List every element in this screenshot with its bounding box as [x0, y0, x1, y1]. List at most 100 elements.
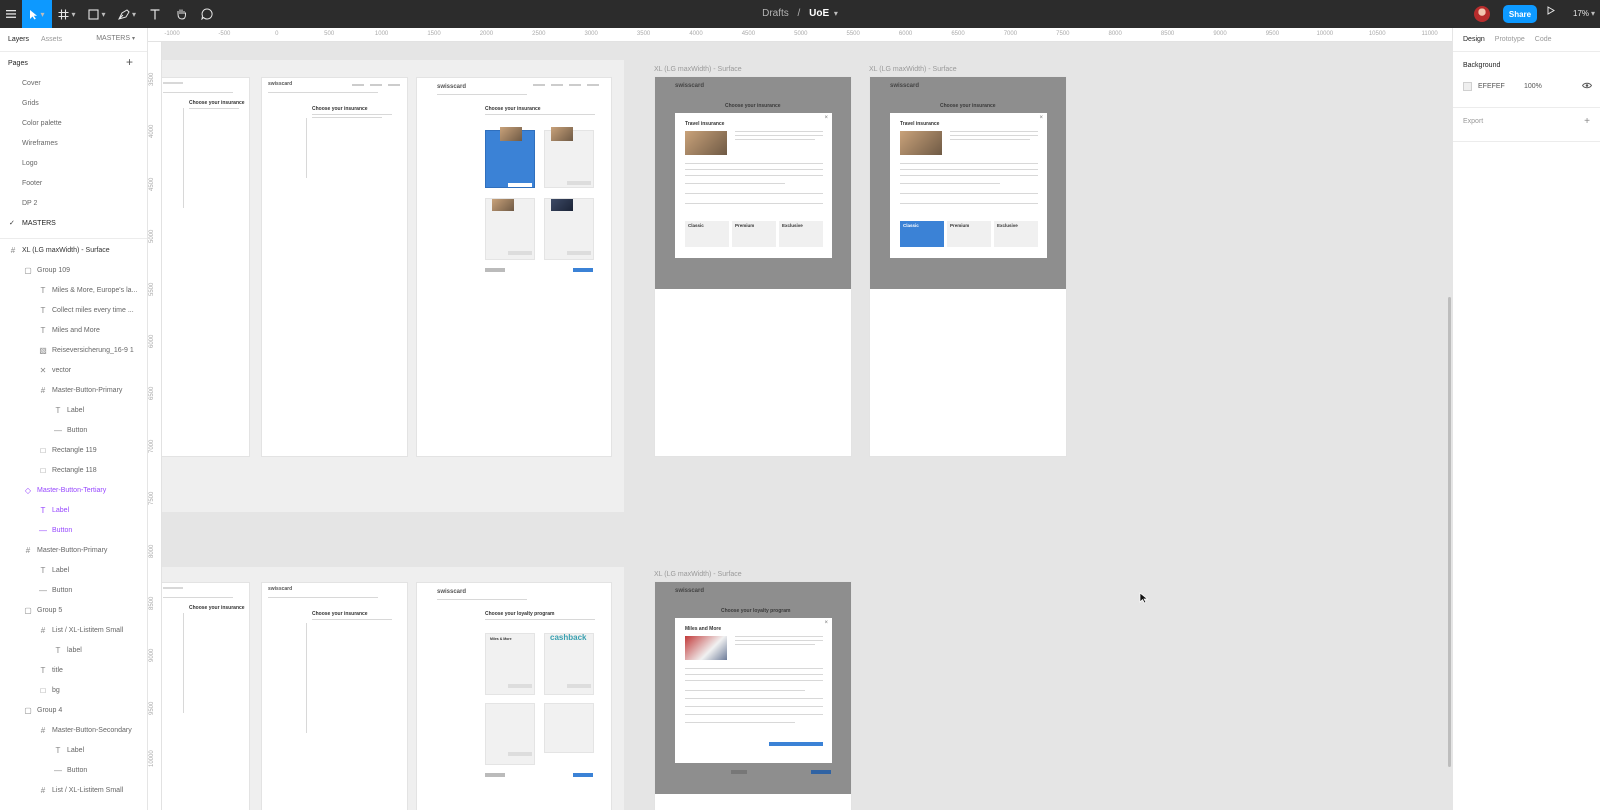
- page-item[interactable]: Grids: [0, 94, 147, 114]
- layer-item[interactable]: # Master-Button-Primary: [0, 541, 147, 561]
- layer-item[interactable]: T Miles & More, Europe's la...: [0, 281, 147, 301]
- page-item[interactable]: DP 2: [0, 194, 147, 214]
- tier-card[interactable]: Premium: [732, 221, 776, 247]
- card-button[interactable]: [567, 684, 591, 688]
- project-name[interactable]: Drafts: [762, 8, 789, 19]
- frame-miles-modal[interactable]: swisscard Choose your loyalty program Mi…: [654, 581, 852, 810]
- layer-item[interactable]: # Master-Button-Primary: [0, 381, 147, 401]
- close-icon[interactable]: ×: [824, 620, 828, 626]
- page-select[interactable]: MASTERS ▾: [96, 35, 135, 42]
- next-button[interactable]: [811, 770, 831, 774]
- move-tool-button[interactable]: ▾: [22, 0, 52, 28]
- add-page-icon[interactable]: +: [126, 55, 133, 69]
- background-opacity[interactable]: 100%: [1524, 83, 1542, 90]
- page-item[interactable]: Logo: [0, 154, 147, 174]
- tier-card[interactable]: Classic: [685, 221, 729, 247]
- layer-item[interactable]: — Button: [0, 421, 147, 441]
- card-button[interactable]: [508, 183, 532, 187]
- layer-item[interactable]: T Label: [0, 561, 147, 581]
- chevron-down-icon[interactable]: ▾: [834, 9, 838, 18]
- layer-item[interactable]: ▢ Group 109: [0, 261, 147, 281]
- background-fill-row[interactable]: EFEFEF 100%: [1453, 76, 1600, 96]
- insurance-card-selected[interactable]: [485, 127, 535, 188]
- eye-icon[interactable]: [1581, 82, 1593, 91]
- next-button[interactable]: [573, 773, 593, 777]
- layer-item[interactable]: — Button: [0, 761, 147, 781]
- page-item[interactable]: Color palette: [0, 114, 147, 134]
- loyalty-card[interactable]: [544, 703, 594, 753]
- layer-item[interactable]: ✕ vector: [0, 361, 147, 381]
- avatar[interactable]: [1474, 6, 1490, 22]
- page-item[interactable]: Cover: [0, 74, 147, 94]
- insurance-card[interactable]: [544, 198, 594, 260]
- color-swatch[interactable]: [1463, 81, 1472, 91]
- background-hex[interactable]: EFEFEF: [1478, 83, 1524, 90]
- card-button[interactable]: [567, 181, 591, 185]
- back-button[interactable]: [731, 770, 747, 774]
- layer-item[interactable]: Ttitle: [0, 661, 147, 681]
- layer-item[interactable]: ▢ Group 5: [0, 601, 147, 621]
- loyalty-card-miles[interactable]: Miles & More: [485, 633, 535, 695]
- layer-item[interactable]: Tlabel: [0, 641, 147, 661]
- tier-card-selected[interactable]: Classic: [900, 221, 944, 247]
- frame-title[interactable]: XL (LG maxWidth) - Surface: [869, 66, 957, 73]
- tier-card[interactable]: Premium: [947, 221, 991, 247]
- frame-loyalty-empty[interactable]: swisscard Choose your insurance: [261, 582, 408, 810]
- add-export-icon[interactable]: +: [1584, 116, 1590, 127]
- hand-tool-button[interactable]: [168, 0, 194, 28]
- pen-tool-button[interactable]: ▾: [112, 0, 142, 28]
- layer-item[interactable]: # List / XL-Listitem Small: [0, 781, 147, 801]
- back-button[interactable]: [485, 773, 505, 777]
- tab-design[interactable]: Design: [1463, 36, 1485, 43]
- loyalty-card-cashback[interactable]: cashback: [544, 633, 594, 695]
- main-menu-button[interactable]: [0, 0, 22, 28]
- tier-card[interactable]: Exclusive: [779, 221, 823, 247]
- page-item[interactable]: Footer: [0, 174, 147, 194]
- canvas-scrollbar[interactable]: [1448, 297, 1451, 767]
- modal-cta-button[interactable]: [769, 742, 823, 746]
- layer-item[interactable]: T Miles and More: [0, 321, 147, 341]
- close-icon[interactable]: ×: [824, 115, 828, 121]
- layer-item[interactable]: T Collect miles every time ...: [0, 301, 147, 321]
- back-button[interactable]: [485, 268, 505, 272]
- file-name[interactable]: UoE: [809, 8, 829, 19]
- card-button[interactable]: [508, 684, 532, 688]
- frame-loyalty-cards[interactable]: swisscard Choose your loyalty program Mi…: [416, 582, 612, 810]
- tab-layers[interactable]: Layers: [8, 36, 29, 43]
- card-button[interactable]: [508, 251, 532, 255]
- frame-insurance-cards[interactable]: swisscard Choose your insurance: [416, 77, 612, 457]
- page-item[interactable]: Wireframes: [0, 134, 147, 154]
- zoom-menu[interactable]: 17% ▾: [1573, 0, 1595, 28]
- page-item[interactable]: ✓ MASTERS: [0, 214, 147, 234]
- card-button[interactable]: [567, 251, 591, 255]
- frame-insurance-partial[interactable]: Choose your insurance: [162, 77, 250, 457]
- layer-item[interactable]: □ bg: [0, 681, 147, 701]
- text-tool-button[interactable]: [142, 0, 168, 28]
- frame-travel-insurance-modal[interactable]: swisscard Choose your insurance Travel i…: [654, 76, 852, 457]
- frame-insurance-empty[interactable]: swisscard Choose your insurance: [261, 77, 408, 457]
- layer-item[interactable]: # List / XL-Listitem Small: [0, 621, 147, 641]
- present-button[interactable]: [1547, 6, 1555, 18]
- layer-item[interactable]: — Button: [0, 521, 147, 541]
- close-icon[interactable]: ×: [1039, 115, 1043, 121]
- layer-item[interactable]: □ Rectangle 118: [0, 461, 147, 481]
- layer-item[interactable]: # XL (LG maxWidth) - Surface: [0, 241, 147, 261]
- layer-item[interactable]: T Label: [0, 401, 147, 421]
- layer-item[interactable]: # Master-Button-Secondary: [0, 721, 147, 741]
- frame-loyalty-partial[interactable]: Choose your insurance: [162, 582, 250, 810]
- next-button[interactable]: [573, 268, 593, 272]
- tier-card[interactable]: Exclusive: [994, 221, 1038, 247]
- tab-assets[interactable]: Assets: [41, 36, 62, 43]
- comment-tool-button[interactable]: [194, 0, 220, 28]
- layer-item[interactable]: ◇ Master-Button-Tertiary: [0, 481, 147, 501]
- tab-code[interactable]: Code: [1535, 36, 1552, 43]
- share-button[interactable]: Share: [1503, 5, 1537, 23]
- layer-item[interactable]: T Label: [0, 501, 147, 521]
- canvas[interactable]: Choose your insurance swisscard Choose y…: [162, 42, 1452, 810]
- insurance-card[interactable]: [485, 198, 535, 260]
- loyalty-card[interactable]: [485, 703, 535, 765]
- frame-tool-button[interactable]: ▾: [52, 0, 82, 28]
- frame-title[interactable]: XL (LG maxWidth) - Surface: [654, 66, 742, 73]
- frame-title[interactable]: XL (LG maxWidth) - Surface: [654, 571, 742, 578]
- shape-tool-button[interactable]: ▾: [82, 0, 112, 28]
